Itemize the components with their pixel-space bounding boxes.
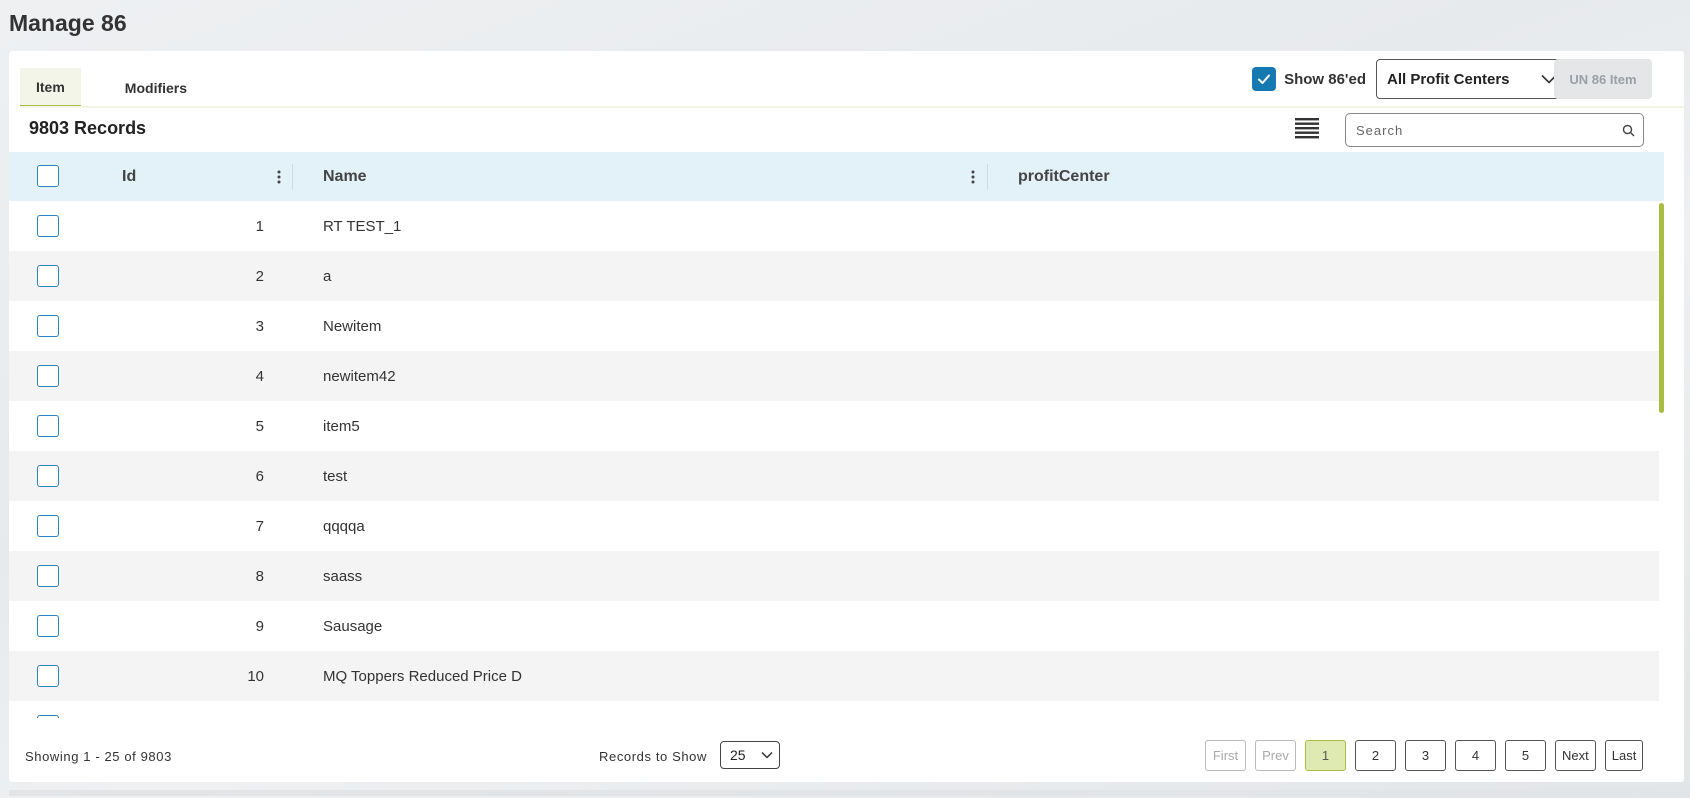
cell-id: 3 <box>255 317 264 335</box>
row-checkbox[interactable] <box>37 415 59 437</box>
row-checkbox[interactable] <box>37 365 59 387</box>
page-button-4[interactable]: 4 <box>1455 740 1496 771</box>
cell-id: 2 <box>255 267 264 285</box>
grid-header: Id Name profitCenter <box>9 152 1664 201</box>
cell-name: item5 <box>323 417 360 435</box>
grid-body: 1 RT TEST_1 2 a 3 Newitem 4 newitem42 5 … <box>9 201 1659 718</box>
prev-page-button[interactable]: Prev <box>1255 740 1296 771</box>
records-to-show-select[interactable]: 25 <box>720 741 780 769</box>
profit-center-value: All Profit Centers <box>1387 70 1510 88</box>
table-row[interactable]: 5 item5 <box>9 401 1659 451</box>
records-to-show-label: Records to Show <box>599 749 707 764</box>
vertical-scrollbar[interactable] <box>1659 203 1664 413</box>
cell-name: qqqqa <box>323 517 365 535</box>
cell-id: 8 <box>255 567 264 585</box>
page-button-1[interactable]: 1 <box>1305 740 1346 771</box>
row-checkbox[interactable] <box>37 465 59 487</box>
records-to-show-value: 25 <box>730 747 746 763</box>
row-checkbox[interactable] <box>37 565 59 587</box>
tab-item[interactable]: Item <box>20 68 81 108</box>
table-row[interactable]: 8 saass <box>9 551 1659 601</box>
table-row[interactable]: 1 RT TEST_1 <box>9 201 1659 251</box>
table-row[interactable]: 2 a <box>9 251 1659 301</box>
row-checkbox[interactable] <box>37 265 59 287</box>
kebab-menu-icon[interactable] <box>967 152 979 201</box>
table-row[interactable] <box>9 701 1659 718</box>
row-checkbox[interactable] <box>37 715 59 718</box>
column-header-name[interactable]: Name <box>323 152 367 201</box>
cell-name: newitem42 <box>323 367 396 385</box>
records-count: 9803 Records <box>29 118 147 138</box>
cell-id: 1 <box>255 217 264 235</box>
un86-item-button[interactable]: UN 86 Item <box>1554 59 1652 99</box>
show-86ed-label: Show 86'ed <box>1284 70 1366 88</box>
cell-name: MQ Toppers Reduced Price D <box>323 667 522 685</box>
cell-name: RT TEST_1 <box>323 217 402 235</box>
cell-id: 7 <box>255 517 264 535</box>
cell-id: 5 <box>255 417 264 435</box>
cell-id: 9 <box>255 617 264 635</box>
cell-name: saass <box>323 567 363 585</box>
row-checkbox[interactable] <box>37 315 59 337</box>
table-row[interactable]: 3 Newitem <box>9 301 1659 351</box>
list-view-icon[interactable] <box>1294 117 1320 141</box>
search-input[interactable] <box>1356 122 1622 138</box>
first-page-button[interactable]: First <box>1205 740 1246 771</box>
cell-name: Sausage <box>323 617 383 635</box>
next-page-button[interactable]: Next <box>1555 740 1596 771</box>
page-button-2[interactable]: 2 <box>1355 740 1396 771</box>
cell-id: 10 <box>247 667 264 685</box>
page-button-3[interactable]: 3 <box>1405 740 1446 771</box>
pagination: First Prev 1 2 3 4 5 Next Last <box>1205 740 1644 771</box>
horizontal-scrollbar[interactable] <box>9 790 1674 796</box>
last-page-button[interactable]: Last <box>1604 740 1644 771</box>
show-86ed-checkbox[interactable] <box>1252 67 1277 91</box>
table-row[interactable]: 10 MQ Toppers Reduced Price D <box>9 651 1659 701</box>
row-checkbox[interactable] <box>37 615 59 637</box>
table-row[interactable]: 9 Sausage <box>9 601 1659 651</box>
row-checkbox[interactable] <box>37 515 59 537</box>
showing-summary: Showing 1 - 25 of 9803 <box>25 749 172 764</box>
tab-divider <box>20 106 1684 108</box>
toolbar-controls: Show 86'ed All Profit Centers <box>1252 59 1566 99</box>
table-row[interactable]: 6 test <box>9 451 1659 501</box>
page-button-5[interactable]: 5 <box>1505 740 1546 771</box>
row-checkbox[interactable] <box>37 215 59 237</box>
search-icon[interactable] <box>1622 124 1635 137</box>
kebab-menu-icon[interactable] <box>273 152 285 201</box>
column-separator[interactable] <box>987 164 988 190</box>
search-field <box>1345 113 1644 147</box>
cell-name: test <box>323 467 348 485</box>
tab-modifiers[interactable]: Modifiers <box>109 68 203 108</box>
cell-name: a <box>323 267 332 285</box>
row-checkbox[interactable] <box>37 665 59 687</box>
cell-id: 4 <box>255 367 264 385</box>
profit-center-select[interactable]: All Profit Centers <box>1376 59 1566 99</box>
table-row[interactable]: 7 qqqqa <box>9 501 1659 551</box>
cell-id: 6 <box>255 467 264 485</box>
check-icon <box>1258 74 1271 84</box>
manage-86-panel: Item Modifiers Show 86'ed All Profit Cen… <box>9 51 1684 782</box>
column-header-id[interactable]: Id <box>122 152 136 201</box>
column-separator[interactable] <box>292 164 293 190</box>
column-header-profitcenter[interactable]: profitCenter <box>1018 152 1110 201</box>
tab-bar: Item Modifiers <box>20 68 203 108</box>
select-all-checkbox[interactable] <box>37 165 59 187</box>
table-row[interactable]: 4 newitem42 <box>9 351 1659 401</box>
chevron-down-icon <box>761 751 773 759</box>
page-title: Manage 86 <box>9 10 127 36</box>
cell-name: Newitem <box>323 317 382 335</box>
